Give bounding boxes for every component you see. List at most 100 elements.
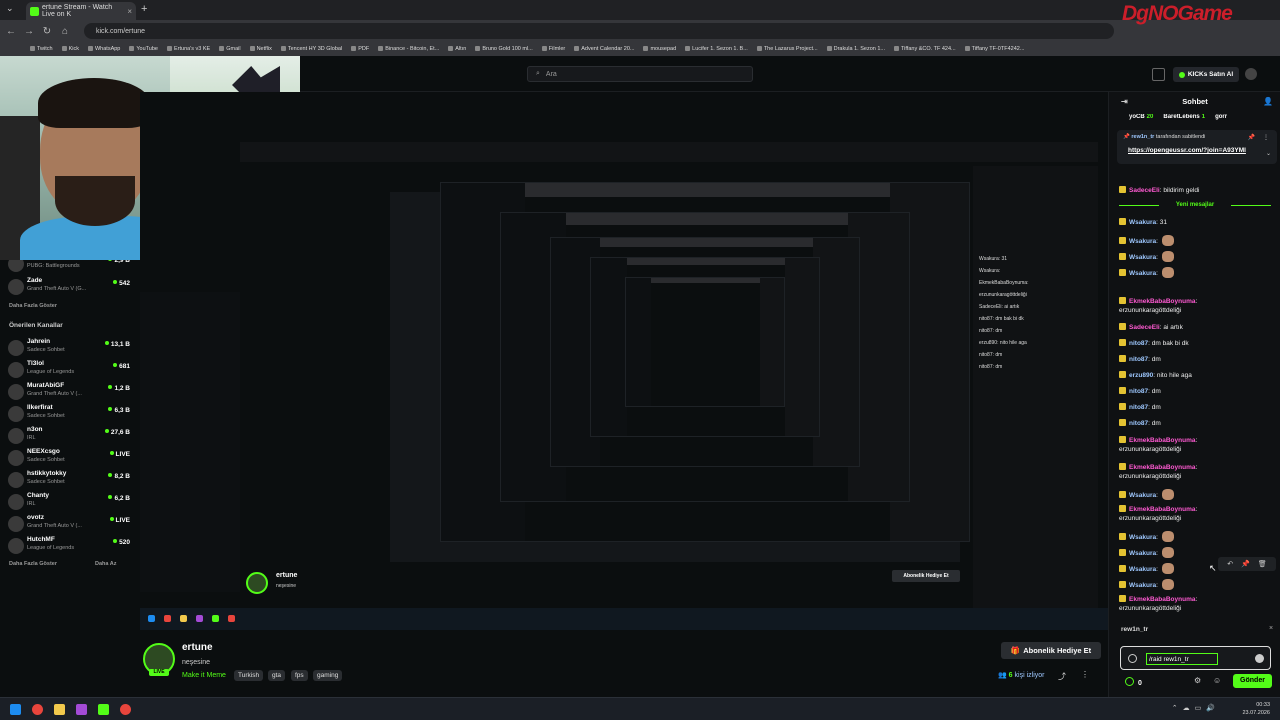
reply-icon[interactable]: ↶ xyxy=(1227,560,1233,568)
tag-fps[interactable]: fps xyxy=(291,670,308,681)
tag-gta[interactable]: gta xyxy=(268,670,286,681)
stream-player[interactable]: Wsakura: 31 Wsakura: EkmekBabaBoynuma: erzu… xyxy=(140,92,1108,630)
tab-search-icon[interactable]: ⌄ xyxy=(6,3,14,14)
pin-message-icon[interactable]: 📌 xyxy=(1241,560,1250,568)
close-tab-icon[interactable]: × xyxy=(127,7,132,16)
cancel-reply-icon[interactable]: × xyxy=(1269,625,1273,632)
sidebar-channel[interactable]: ovotz Grand Theft Auto V (... LIVE xyxy=(8,514,134,538)
show-more-link[interactable]: Daha Fazla Göster xyxy=(9,303,57,309)
chat-username[interactable]: Wsakura xyxy=(1129,238,1156,245)
delete-icon[interactable]: 🗑 xyxy=(1258,560,1267,568)
leaderboard-entry[interactable]: BaretLebens 1 xyxy=(1163,114,1205,127)
pinned-menu-icon[interactable]: ⋮ xyxy=(1263,134,1269,141)
chat-username[interactable]: SadeceEli xyxy=(1129,324,1160,331)
bookmark-item[interactable]: Netflix xyxy=(250,46,272,52)
chat-message[interactable]: Wsakura: xyxy=(1119,531,1174,542)
chat-message[interactable]: Wsakura: xyxy=(1119,251,1174,262)
start-icon[interactable] xyxy=(10,704,21,715)
bookmark-item[interactable]: Tiffany &CO. TF 424... xyxy=(894,46,956,52)
gift-subscription-button[interactable]: 🎁 Abonelik Hediye Et xyxy=(1001,642,1101,659)
chat-username[interactable]: Wsakura xyxy=(1129,270,1156,277)
send-button[interactable]: Gönder xyxy=(1233,674,1272,688)
show-less-link[interactable]: Daha Az xyxy=(95,561,117,567)
pinned-link[interactable]: https://opengeussr.com/?join=A93YMI xyxy=(1128,147,1246,154)
chat-username[interactable]: nito87 xyxy=(1129,404,1148,411)
chat-username[interactable]: EkmekBabaBoynuma xyxy=(1129,596,1195,603)
bookmark-item[interactable]: The Lazarus Project... xyxy=(757,46,818,52)
chat-username[interactable]: EkmekBabaBoynuma xyxy=(1129,506,1195,513)
chat-username[interactable]: Wsakura xyxy=(1129,566,1156,573)
stream-category[interactable]: Make it Meme xyxy=(182,672,226,679)
bookmark-item[interactable]: Drakula 1. Sezon 1... xyxy=(827,46,885,52)
chat-username[interactable]: Wsakura xyxy=(1129,582,1156,589)
emote-menu-icon[interactable]: ☺ xyxy=(1213,676,1221,685)
chat-username[interactable]: EkmekBabaBoynuma xyxy=(1129,464,1195,471)
new-tab-icon[interactable]: + xyxy=(141,3,147,15)
bookmark-item[interactable]: Advent Calendar 20... xyxy=(574,46,634,52)
pin-icon[interactable]: 📌 xyxy=(1248,134,1255,141)
show-more-link-2[interactable]: Daha Fazla Göster xyxy=(9,561,57,567)
chat-username[interactable]: nito87 xyxy=(1129,356,1148,363)
sidebar-channel[interactable]: NEEXcsgo Sadece Sohbet LIVE xyxy=(8,448,134,472)
user-avatar[interactable] xyxy=(1245,68,1257,80)
wallet-icon[interactable] xyxy=(1152,68,1165,81)
forward-icon[interactable]: → xyxy=(22,26,36,37)
collapse-chat-icon[interactable]: ⇥ xyxy=(1121,92,1128,112)
record-icon[interactable] xyxy=(120,704,131,715)
chat-message[interactable]: Wsakura: xyxy=(1119,267,1174,278)
chat-message[interactable]: Wsakura: xyxy=(1119,489,1174,500)
reload-icon[interactable]: ↻ xyxy=(40,26,54,37)
clock[interactable]: 00:33 23.07.2026 xyxy=(1242,701,1270,717)
sidebar-channel[interactable]: HutchMF League of Legends 520 xyxy=(8,536,134,560)
bookmark-item[interactable]: Tiffany TF-0TF4242... xyxy=(965,46,1025,52)
file-explorer-icon[interactable] xyxy=(54,704,65,715)
bookmark-item[interactable]: Bruno Gold 100 ml... xyxy=(475,46,532,52)
sidebar-channel[interactable]: Chanty IRL 6,2 B xyxy=(8,492,134,516)
browser-tab[interactable]: ertune Stream - Watch Live on K × xyxy=(26,2,136,20)
chat-users-icon[interactable]: 👤 xyxy=(1263,92,1273,112)
more-options-icon[interactable]: ⋮ xyxy=(1081,670,1089,679)
home-icon[interactable]: ⌂ xyxy=(58,26,72,37)
bookmark-item[interactable]: Ertuna's v3 KE xyxy=(167,46,210,52)
bookmark-item[interactable]: Kick xyxy=(62,46,79,52)
tag-gaming[interactable]: gaming xyxy=(313,670,343,681)
leaderboard-entry[interactable]: yoCB 20 xyxy=(1129,114,1153,127)
chrome-icon[interactable] xyxy=(32,704,43,715)
chat-username[interactable]: nito87 xyxy=(1129,388,1148,395)
chat-message[interactable]: SadeceEli: bildirim geldi xyxy=(1119,186,1199,194)
chevron-down-icon[interactable]: ⌄ xyxy=(1266,150,1271,157)
chat-message[interactable]: nito87: dm xyxy=(1119,355,1161,363)
chat-message[interactable]: Wsakura: 31 xyxy=(1119,218,1167,226)
gear-icon[interactable]: ⚙ xyxy=(1194,676,1201,685)
chat-username[interactable]: SadeceEli xyxy=(1129,187,1160,194)
chat-username[interactable]: Wsakura xyxy=(1129,534,1156,541)
bookmark-item[interactable]: Gmail xyxy=(219,46,240,52)
bookmark-item[interactable]: PDF xyxy=(351,46,369,52)
app-icon[interactable] xyxy=(76,704,87,715)
chat-message[interactable]: SadeceEli: ai artık xyxy=(1119,323,1183,331)
app-icon-green[interactable] xyxy=(98,704,109,715)
chat-message[interactable]: nito87: dm xyxy=(1119,387,1161,395)
chat-mode-icon[interactable] xyxy=(1128,654,1137,663)
chat-username[interactable]: Wsakura xyxy=(1129,550,1156,557)
sidebar-channel[interactable]: hstikkytokky Sadece Sohbet 8,2 B xyxy=(8,470,134,494)
chat-message[interactable]: Wsakura: xyxy=(1119,579,1174,590)
address-bar[interactable]: kick.com/ertune xyxy=(84,23,1114,39)
chat-username[interactable]: EkmekBabaBoynuma xyxy=(1129,437,1195,444)
chat-username[interactable]: nito87 xyxy=(1129,420,1148,427)
chat-username[interactable]: Wsakura xyxy=(1129,492,1156,499)
share-icon[interactable]: ⤴ xyxy=(1058,671,1066,682)
sidebar-channel[interactable]: n3on IRL 27,6 B xyxy=(8,426,134,450)
bookmark-item[interactable]: Twitch xyxy=(30,46,53,52)
sidebar-channel[interactable]: Zade Grand Theft Auto V (G... 542 xyxy=(8,277,134,301)
bookmark-item[interactable]: WhatsApp xyxy=(88,46,120,52)
chat-message[interactable]: EkmekBabaBoynuma: erzununkaragöttdeliği xyxy=(1119,595,1197,612)
chat-message[interactable]: EkmekBabaBoynuma: erzununkaragöttdeliği xyxy=(1119,505,1197,522)
chat-message[interactable]: Wsakura: xyxy=(1119,547,1174,558)
chat-message[interactable]: nito87: dm xyxy=(1119,403,1161,411)
chat-message[interactable]: EkmekBabaBoynuma: erzununkaragöttdeliği xyxy=(1119,297,1197,314)
chat-message[interactable]: Wsakura: xyxy=(1119,235,1174,246)
chat-username[interactable]: Wsakura xyxy=(1129,219,1156,226)
chat-message[interactable]: EkmekBabaBoynuma: erzununkaragöttdeliği xyxy=(1119,436,1197,453)
streamer-name[interactable]: ertune xyxy=(182,642,213,653)
